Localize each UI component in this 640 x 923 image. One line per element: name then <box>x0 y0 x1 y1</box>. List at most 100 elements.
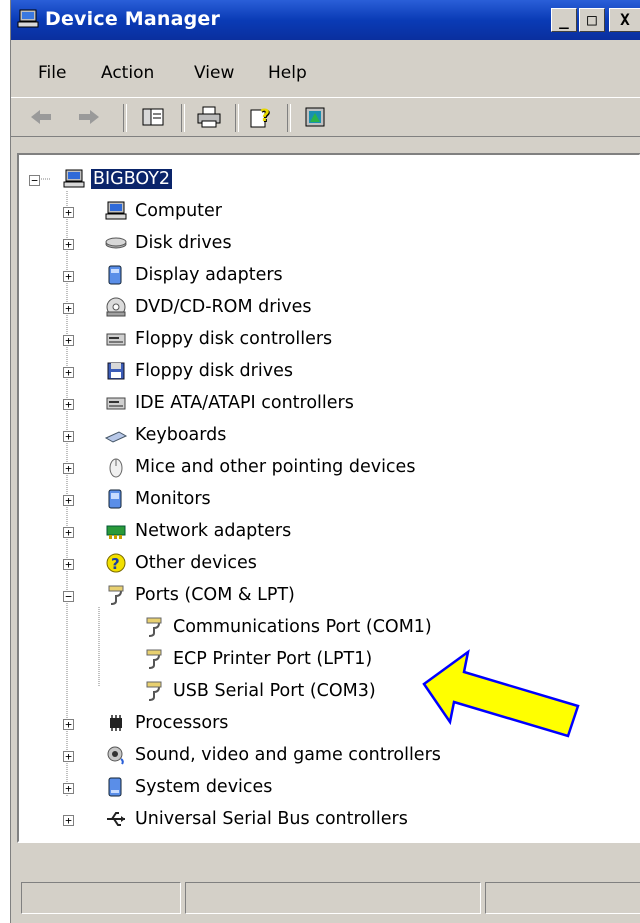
tree-item-label: Floppy disk drives <box>135 361 293 381</box>
cd-rom-icon <box>106 297 126 317</box>
controller-icon <box>106 333 126 346</box>
device-manager-window: Device Manager _ □ X File Action View He… <box>10 0 640 923</box>
tree-item-label: Ports (COM & LPT) <box>135 585 295 605</box>
expand-category-8[interactable]: + <box>63 463 74 474</box>
sound-icon <box>107 746 124 765</box>
usb-icon <box>107 812 125 826</box>
floppy-icon <box>107 362 125 380</box>
tree-item-label: Mice and other pointing devices <box>135 457 416 477</box>
tree-item-label: ECP Printer Port (LPT1) <box>173 649 373 669</box>
expand-category-11[interactable]: + <box>63 559 74 570</box>
toolbar-separator <box>181 104 185 132</box>
toolbar-separator <box>235 104 239 132</box>
tree-item-label: Processors <box>135 713 229 733</box>
tree-category-9[interactable]: + Monitors <box>19 485 639 515</box>
network-adapter-icon <box>106 525 126 539</box>
show-hide-tree-icon[interactable] <box>139 104 167 130</box>
window-title: Device Manager <box>45 8 221 30</box>
help-icon[interactable]: ? ? <box>247 104 275 130</box>
title-bar[interactable]: Device Manager _ □ X <box>11 0 640 40</box>
close-button[interactable]: X <box>609 8 640 32</box>
tree-item-label: System devices <box>135 777 273 797</box>
expand-category-13[interactable]: + <box>63 719 74 730</box>
status-pane-3 <box>485 882 640 914</box>
menu-view[interactable]: View <box>194 63 234 83</box>
toolbar: ? ? <box>11 97 640 137</box>
status-pane-1 <box>21 882 181 914</box>
toolbar-separator <box>123 104 127 132</box>
port-icon <box>146 681 162 701</box>
device-manager-icon <box>17 9 39 28</box>
tree-category-10[interactable]: + Network adapters <box>19 517 639 547</box>
tree-item-label: Communications Port (COM1) <box>173 617 432 637</box>
expander-root[interactable]: − <box>29 175 40 186</box>
tree-item-label: USB Serial Port (COM3) <box>173 681 376 701</box>
tree-item-label: BIGBOY2 <box>91 169 173 189</box>
status-pane-2 <box>185 882 481 914</box>
menu-help[interactable]: Help <box>268 63 307 83</box>
back-arrow-icon[interactable] <box>27 104 55 130</box>
expand-category-5[interactable]: + <box>63 367 74 378</box>
tree-item-label: Display adapters <box>135 265 283 285</box>
tree-item-label: Sound, video and game controllers <box>135 745 441 765</box>
menu-bar: File Action View Help <box>11 56 640 86</box>
computer-icon <box>63 169 85 188</box>
maximize-button[interactable]: □ <box>579 8 605 32</box>
tree-category-7[interactable]: + Keyboards <box>19 421 639 451</box>
tree-device-12-0[interactable]: Communications Port (COM1) <box>19 613 639 643</box>
disk-drive-icon <box>105 237 127 249</box>
port-icon <box>146 649 162 669</box>
tree-item-label: Monitors <box>135 489 211 509</box>
monitor-icon <box>108 489 122 509</box>
minimize-button[interactable]: _ <box>551 8 577 32</box>
print-icon[interactable] <box>195 104 223 130</box>
tree-item-label: Keyboards <box>135 425 227 445</box>
tree-category-12[interactable]: − Ports (COM & LPT) <box>19 581 639 611</box>
expand-category-4[interactable]: + <box>63 335 74 346</box>
tree-item-label: Floppy disk controllers <box>135 329 333 349</box>
expand-category-6[interactable]: + <box>63 399 74 410</box>
tree-category-0[interactable]: + Computer <box>19 197 639 227</box>
expand-category-0[interactable]: + <box>63 207 74 218</box>
tree-category-8[interactable]: + Mice and other pointing devices <box>19 453 639 483</box>
tree-item-label: Universal Serial Bus controllers <box>135 809 408 829</box>
expand-category-9[interactable]: + <box>63 495 74 506</box>
tree-item-label: Other devices <box>135 553 257 573</box>
keyboard-icon <box>105 431 127 443</box>
tree-category-5[interactable]: + Floppy disk drives <box>19 357 639 387</box>
expand-category-15[interactable]: + <box>63 783 74 794</box>
expand-category-7[interactable]: + <box>63 431 74 442</box>
tree-category-6[interactable]: + IDE ATA/ATAPI controllers <box>19 389 639 419</box>
tree-item-label: DVD/CD-ROM drives <box>135 297 312 317</box>
tree-category-15[interactable]: + System devices <box>19 773 639 803</box>
tree-category-1[interactable]: + Disk drives <box>19 229 639 259</box>
tree-category-4[interactable]: + Floppy disk controllers <box>19 325 639 355</box>
expand-category-3[interactable]: + <box>63 303 74 314</box>
annotation-arrow <box>422 649 580 738</box>
expand-category-2[interactable]: + <box>63 271 74 282</box>
expand-category-10[interactable]: + <box>63 527 74 538</box>
port-icon <box>146 617 162 637</box>
tree-category-16[interactable]: + Universal Serial Bus controllers <box>19 805 639 835</box>
tree-root-bigboy2[interactable]: − BIGBOY2 <box>19 165 639 195</box>
status-bar <box>17 880 640 916</box>
collapse-category-12[interactable]: − <box>63 591 74 602</box>
processor-icon <box>110 715 122 731</box>
tree-category-3[interactable]: + DVD/CD-ROM drives <box>19 293 639 323</box>
tree-item-label: Computer <box>135 201 222 221</box>
expand-category-16[interactable]: + <box>63 815 74 826</box>
forward-arrow-icon[interactable] <box>75 104 103 130</box>
properties-icon[interactable] <box>301 104 329 130</box>
computer-icon <box>105 201 127 220</box>
tree-category-11[interactable]: +? Other devices <box>19 549 639 579</box>
system-device-icon <box>108 777 122 797</box>
menu-file[interactable]: File <box>38 63 66 83</box>
tree-category-2[interactable]: + Display adapters <box>19 261 639 291</box>
port-icon <box>108 585 124 605</box>
menu-action[interactable]: Action <box>101 63 154 83</box>
expand-category-1[interactable]: + <box>63 239 74 250</box>
unknown-device-icon: ? <box>106 553 126 573</box>
tree-item-label: Disk drives <box>135 233 232 253</box>
display-adapter-icon <box>108 265 122 285</box>
expand-category-14[interactable]: + <box>63 751 74 762</box>
